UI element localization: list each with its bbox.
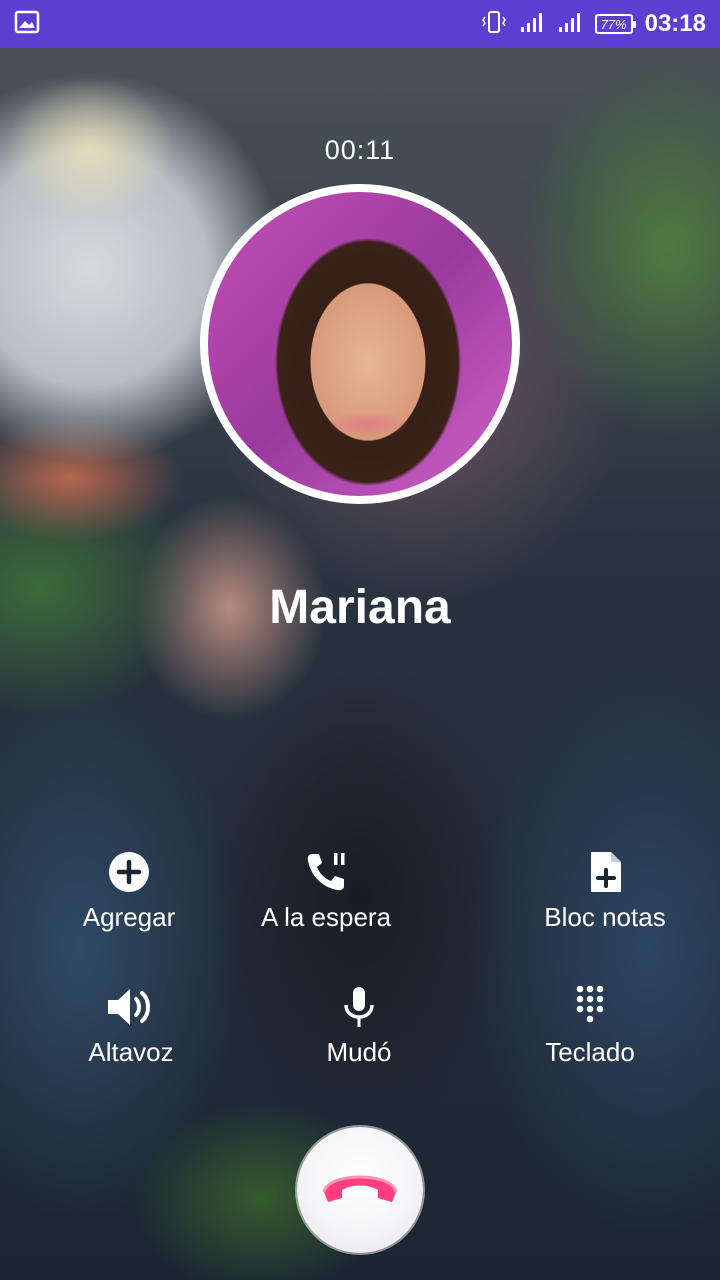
file-plus-icon: [505, 850, 705, 894]
add-call-button[interactable]: Agregar: [29, 850, 229, 933]
battery-indicator: 77%: [594, 14, 636, 34]
hold-label: A la espera: [260, 902, 392, 932]
phone-pause-icon: [226, 850, 426, 894]
volume-icon: [31, 985, 231, 1029]
hold-button[interactable]: A la espera: [226, 850, 426, 933]
phone-hangup-icon: [318, 1158, 402, 1223]
notes-button[interactable]: Bloc notas: [505, 850, 705, 933]
speaker-button[interactable]: Altavoz: [31, 985, 231, 1068]
notes-label: Bloc notas: [544, 902, 666, 932]
add-call-label: Agregar: [82, 902, 176, 932]
contact-avatar: [200, 184, 520, 504]
plus-circle-icon: [29, 850, 229, 894]
mute-label: Mudó: [326, 1037, 392, 1067]
end-call-button[interactable]: [297, 1127, 423, 1253]
image-icon: [14, 10, 40, 39]
status-clock: 03:18: [644, 10, 706, 37]
vibrate-icon: [481, 10, 507, 39]
mute-button[interactable]: Mudó: [259, 985, 459, 1068]
status-bar: 77% 03:18: [0, 0, 720, 48]
call-timer: 00:11: [324, 135, 396, 165]
speaker-label: Altavoz: [88, 1037, 174, 1067]
signal-icon: [519, 11, 545, 38]
microphone-icon: [259, 985, 459, 1029]
keypad-button[interactable]: Teclado: [490, 985, 690, 1068]
dialpad-icon: [490, 985, 690, 1029]
contact-name: Mariana: [269, 581, 451, 634]
signal-icon-2: [557, 11, 583, 38]
keypad-label: Teclado: [545, 1037, 635, 1067]
